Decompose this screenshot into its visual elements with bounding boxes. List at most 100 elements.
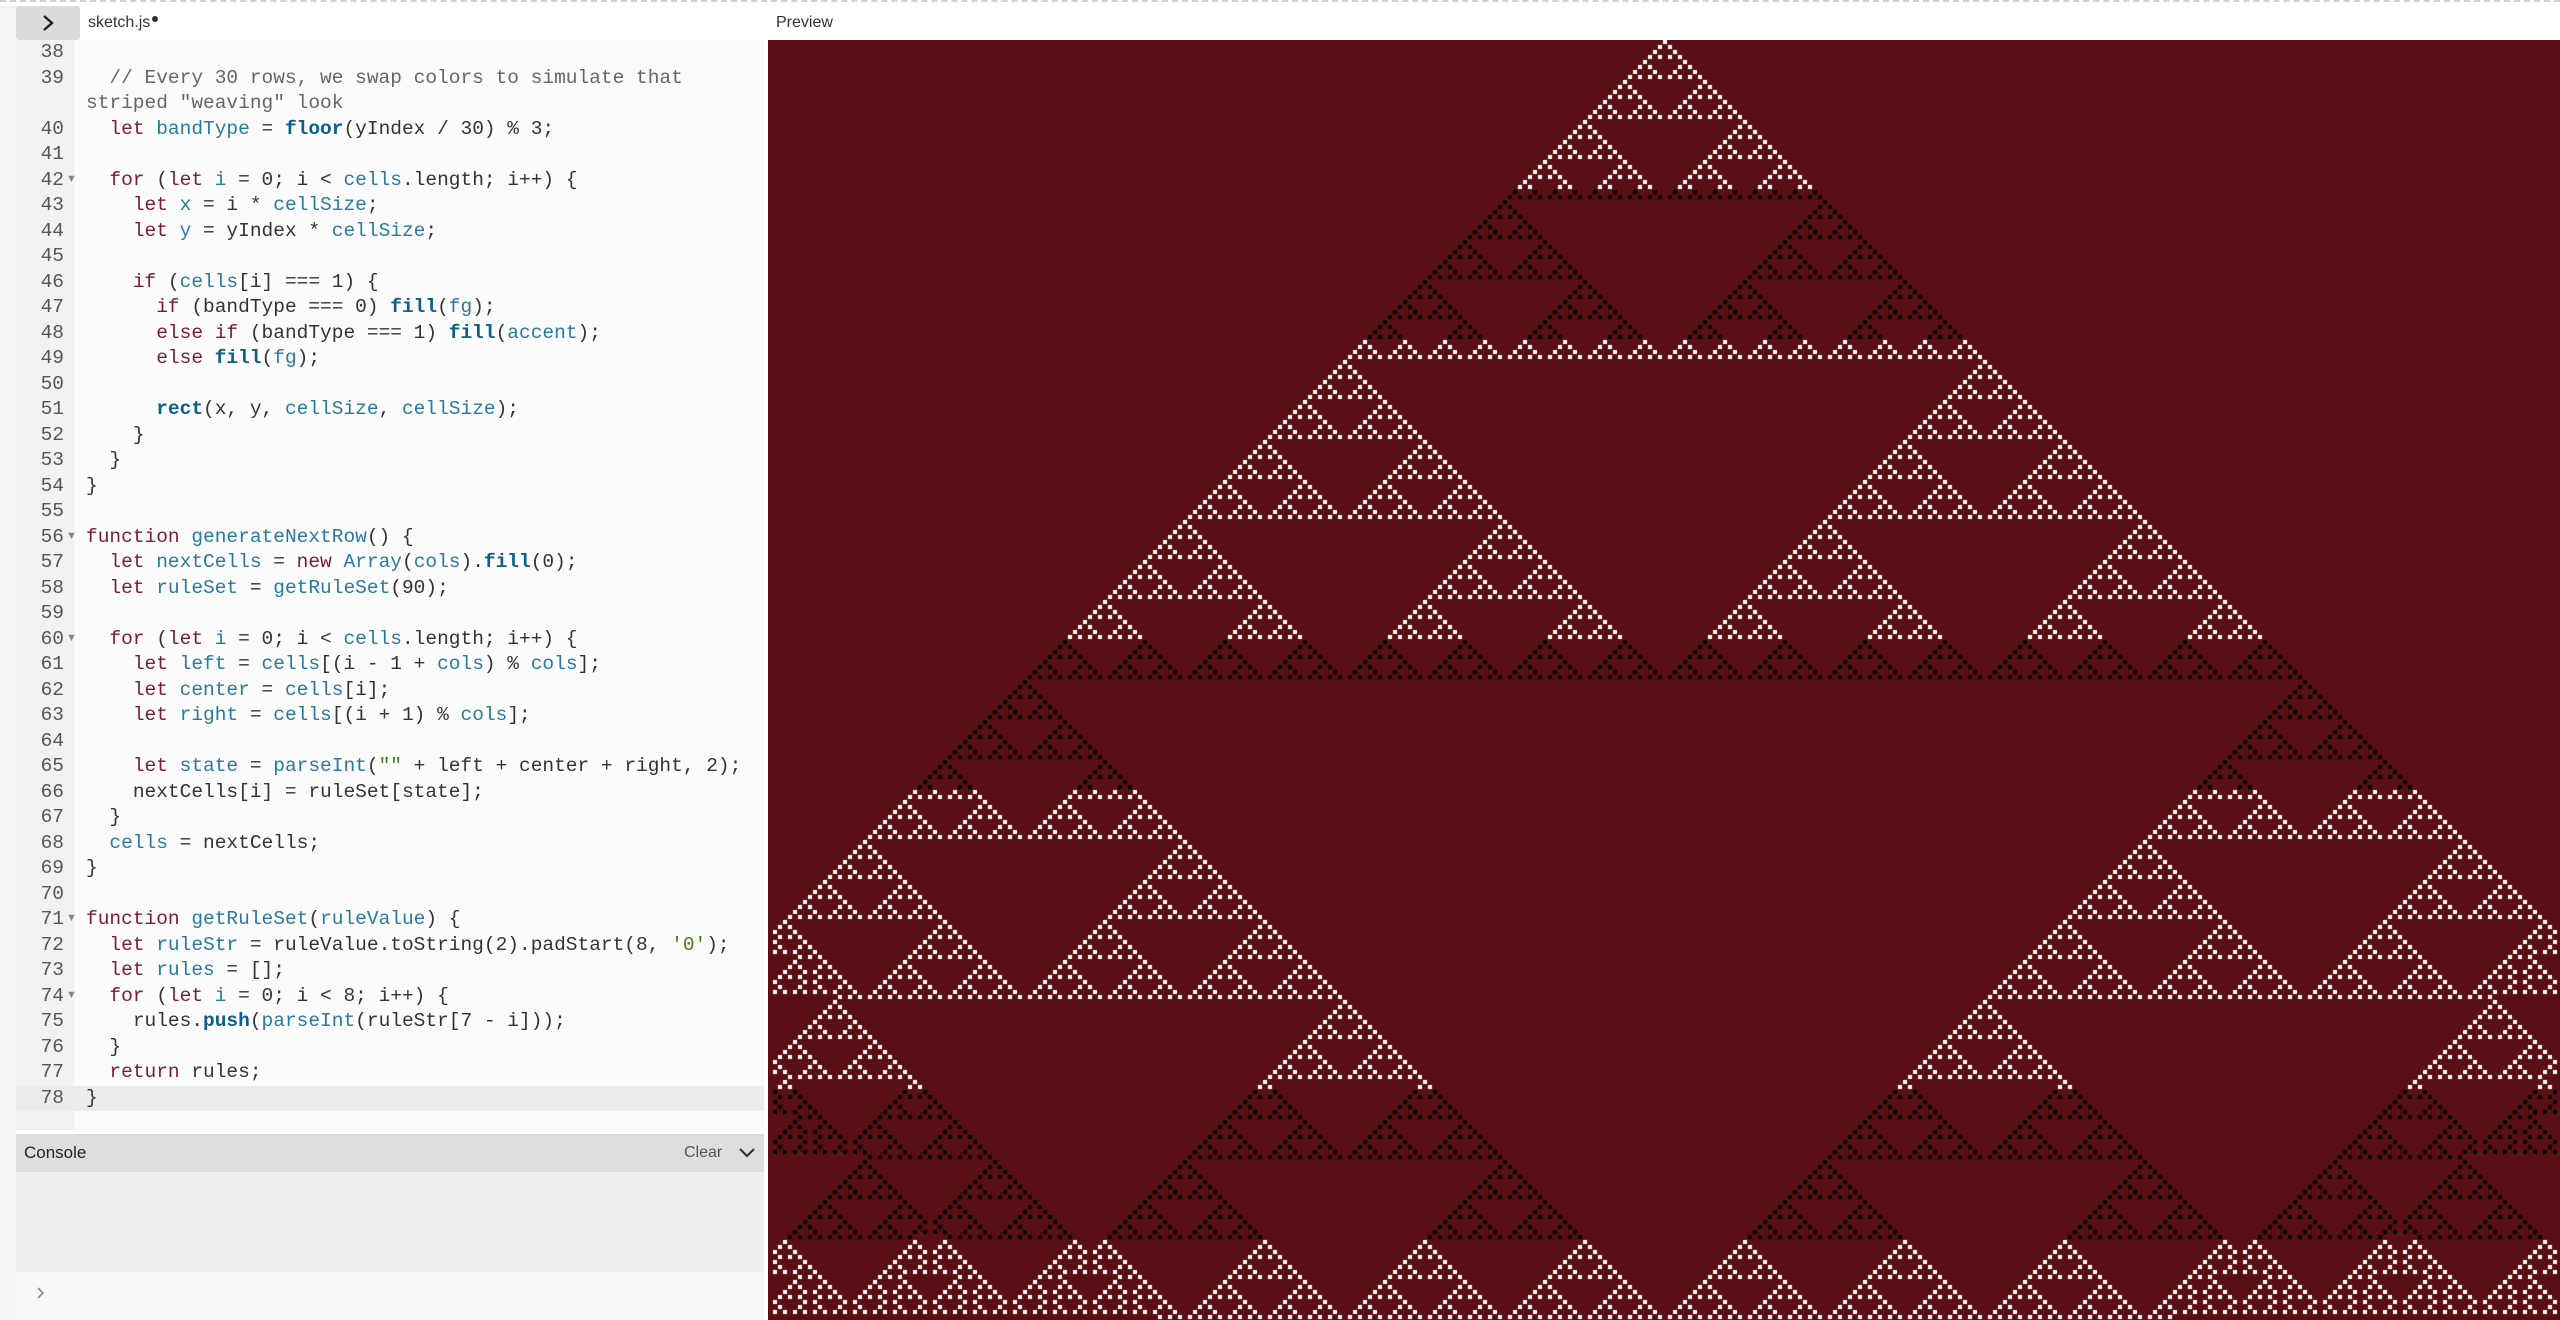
code-line[interactable]: 52 } (16, 423, 764, 449)
line-number: 38 (40, 41, 64, 63)
code-line[interactable]: 56 ▼ function generateNextRow() { (16, 525, 764, 551)
code-line[interactable]: 62 let center = cells[i]; (16, 678, 764, 704)
line-number: 68 (40, 831, 64, 854)
line-number: 44 (40, 219, 64, 242)
code-text: for (let i = 0; i < cells.length; i++) { (109, 627, 578, 650)
line-number: 41 (40, 143, 64, 165)
sidebar-toggle-button[interactable] (16, 6, 80, 40)
code-line[interactable]: 49 else fill(fg); (16, 346, 764, 372)
code-line[interactable]: 70 (16, 882, 764, 908)
file-tab[interactable]: sketch.js (88, 10, 159, 36)
line-number: 67 (40, 806, 64, 828)
console-input[interactable] (16, 1272, 764, 1320)
line-number: 52 (40, 423, 64, 446)
code-text: } (86, 474, 98, 497)
code-line[interactable]: 66 nextCells[i] = ruleSet[state]; (16, 780, 764, 806)
code-line[interactable]: 73 let rules = []; (16, 958, 764, 984)
console-clear-button[interactable]: Clear (684, 1134, 722, 1172)
code-line[interactable]: 47 if (bandType === 0) fill(fg); (16, 295, 764, 321)
code-line[interactable]: 43 let x = i * cellSize; (16, 193, 764, 219)
code-line[interactable]: 63 let right = cells[(i + 1) % cols]; (16, 703, 764, 729)
code-line[interactable]: 42 ▼ for (let i = 0; i < cells.length; i+… (16, 168, 764, 194)
code-line[interactable]: 53 } (16, 448, 764, 474)
code-line[interactable]: 59 (16, 601, 764, 627)
code-line[interactable]: 38 (16, 40, 764, 66)
code-line[interactable]: 71 ▼ function getRuleSet(ruleValue) { (16, 907, 764, 933)
line-number: 76 (40, 1035, 64, 1058)
code-line[interactable]: 78} (16, 1085, 764, 1111)
line-number: 70 (40, 882, 64, 905)
code-text: if (bandType === 0) fill(fg); (156, 296, 496, 318)
line-number: 47 (40, 296, 64, 318)
code-text: } (86, 857, 98, 879)
code-text: else if (bandType === 1) fill(accent); (156, 321, 601, 344)
line-number: 46 (40, 270, 64, 293)
line-number: 48 (40, 321, 64, 344)
line-number: 51 (40, 398, 64, 420)
line-number: 61 (40, 653, 64, 675)
code-line[interactable]: 61 let left = cells[(i - 1 + cols) % col… (16, 652, 764, 678)
code-line[interactable]: 74 ▼ for (let i = 0; i < 8; i++) { (16, 984, 764, 1010)
code-line[interactable]: 45 (16, 244, 764, 270)
code-text: let nextCells = new Array(cols).fill(0); (109, 551, 578, 573)
code-line[interactable]: 75 rules.push(parseInt(ruleStr[7 - i])); (16, 1009, 764, 1035)
code-text: } (86, 423, 145, 446)
line-number: 73 (40, 959, 64, 981)
code-editor[interactable]: 38 39 // Every 30 rows, we swap colors to… (16, 40, 764, 1130)
code-line[interactable]: 48 else if (bandType === 1) fill(accent)… (16, 321, 764, 347)
code-line[interactable]: 55 (16, 499, 764, 525)
left-rail (0, 6, 16, 1320)
line-number: 57 (40, 551, 64, 573)
fold-marker-icon[interactable]: ▼ (66, 631, 77, 645)
code-line[interactable]: 64 (16, 729, 764, 755)
code-text: } (86, 1035, 122, 1058)
code-text: for (let i = 0; i < cells.length; i++) { (109, 168, 578, 191)
code-line[interactable]: 67 } (16, 805, 764, 831)
code-line[interactable]: 58 let ruleSet = getRuleSet(90); (16, 576, 764, 602)
code-line[interactable]: 40 let bandType = floor(yIndex / 30) % 3… (16, 117, 764, 143)
code-line[interactable]: 72 let ruleStr = ruleValue.toString(2).p… (16, 933, 764, 959)
line-number: 59 (40, 602, 64, 624)
code-line[interactable]: 50 (16, 372, 764, 398)
chevron-down-icon[interactable] (738, 1145, 756, 1161)
file-name: sketch.js (88, 14, 151, 31)
fold-marker-icon[interactable]: ▼ (66, 988, 77, 1002)
line-number: 56 (40, 525, 64, 548)
line-number: 43 (40, 194, 64, 216)
code-text: let x = i * cellSize; (132, 194, 379, 216)
code-lines[interactable]: 38 39 // Every 30 rows, we swap colors to… (16, 40, 764, 1111)
line-number: 71 (40, 908, 64, 930)
code-text: let ruleStr = ruleValue.toString(2).padS… (109, 933, 730, 956)
code-text: let ruleSet = getRuleSet(90); (109, 576, 449, 599)
line-number: 58 (40, 576, 64, 599)
code-line[interactable]: 65 let state = parseInt("" + left + cent… (16, 754, 764, 780)
code-line[interactable]: 51 rect(x, y, cellSize, cellSize); (16, 397, 764, 423)
code-line[interactable]: 39 // Every 30 rows, we swap colors to s… (16, 66, 764, 117)
code-line[interactable]: 60 ▼ for (let i = 0; i < cells.length; i+… (16, 627, 764, 653)
code-text: let bandType = floor(yIndex / 30) % 3; (109, 117, 555, 140)
line-number: 55 (40, 500, 64, 522)
preview-pane[interactable] (768, 40, 2560, 1320)
code-text: nextCells[i] = ruleSet[state]; (86, 780, 484, 803)
code-line[interactable]: 54} (16, 474, 764, 500)
code-text: cells = nextCells; (109, 831, 321, 854)
code-line[interactable]: 57 let nextCells = new Array(cols).fill(… (16, 550, 764, 576)
line-number: 49 (40, 347, 64, 369)
code-text: let y = yIndex * cellSize; (132, 219, 438, 242)
code-line[interactable]: 68 cells = nextCells; (16, 831, 764, 857)
code-line[interactable]: 76 } (16, 1035, 764, 1061)
code-line[interactable]: 44 let y = yIndex * cellSize; (16, 219, 764, 245)
line-number: 65 (40, 755, 64, 777)
fold-marker-icon[interactable]: ▼ (66, 911, 77, 925)
code-text: function generateNextRow() { (86, 525, 414, 548)
line-number: 54 (40, 474, 64, 497)
code-line[interactable]: 77 return rules; (16, 1060, 764, 1086)
code-text: let state = parseInt("" + left + center … (132, 755, 742, 777)
code-line[interactable]: 46 if (cells[i] === 1) { (16, 270, 764, 296)
sketch-canvas[interactable] (768, 40, 2560, 1320)
fold-marker-icon[interactable]: ▼ (66, 529, 77, 543)
code-line[interactable]: 69} (16, 856, 764, 882)
fold-marker-icon[interactable]: ▼ (66, 172, 77, 186)
code-line[interactable]: 41 (16, 142, 764, 168)
code-text: } (86, 1086, 98, 1109)
